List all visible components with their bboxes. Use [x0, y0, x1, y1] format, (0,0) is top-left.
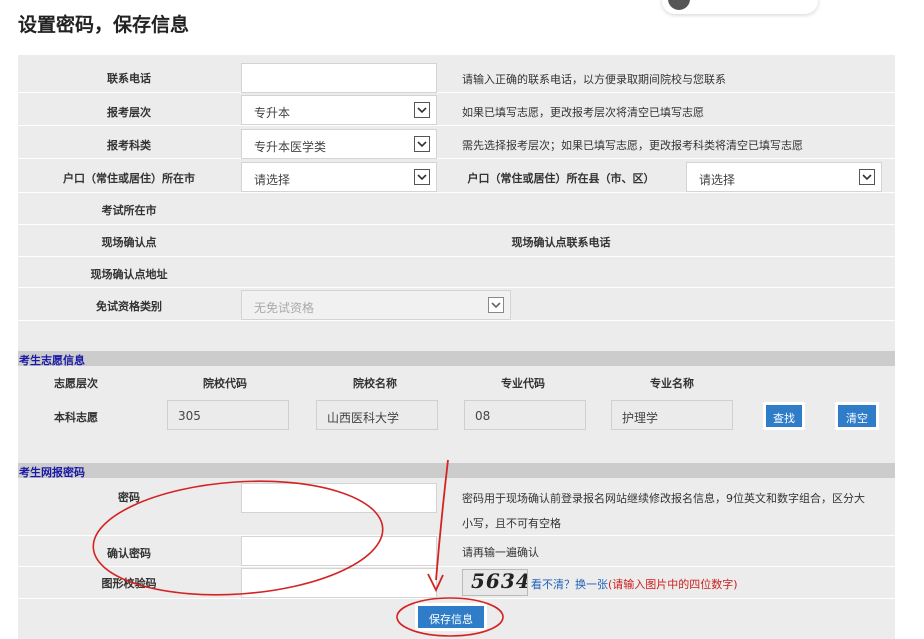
confirm-point-row: 现场确认点 现场确认点联系电话 [18, 225, 895, 257]
residence-row: 户口（常住或居住）所在市 请选择 户口（常住或居住）所在县（市、区） 请选择 [18, 159, 895, 193]
password-section-header: 考生网报密码 [18, 463, 895, 479]
county-select-value: 请选择 [699, 173, 736, 187]
level-row: 报考层次 专升本 如果已填写志愿，更改报考层次将清空已填写志愿 [18, 93, 895, 126]
confirm-password-input[interactable] [241, 536, 437, 566]
chevron-down-icon[interactable] [414, 136, 430, 152]
subject-row: 报考科类 专升本医学类 需先选择报考层次；如果已填写志愿，更改报考科类将清空已填… [18, 126, 895, 159]
level-hint: 如果已填写志愿，更改报考层次将清空已填写志愿 [462, 106, 704, 119]
chevron-down-icon[interactable] [414, 169, 430, 185]
level-select[interactable]: 专升本 [241, 95, 437, 125]
confirm-point-label: 现场确认点 [101, 236, 157, 249]
phone-hint: 请输入正确的联系电话，以方便录取期间院校与您联系 [462, 73, 726, 86]
page-title: 设置密码，保存信息 [18, 14, 190, 36]
county-label: 户口（常住或居住）所在县（市、区） [467, 172, 655, 185]
city-select-value: 请选择 [254, 173, 291, 187]
confirm-address-label: 现场确认点地址 [90, 268, 168, 281]
wish-header-major-name: 专业名称 [650, 377, 694, 390]
avatar [668, 0, 690, 10]
confirm-password-hint: 请再输一遍确认 [462, 546, 539, 559]
top-floating-pill[interactable] [662, 0, 818, 14]
level-label: 报考层次 [107, 106, 151, 119]
wish-row-label: 本科志愿 [54, 411, 98, 424]
exam-location-row: 考试所在市 [18, 193, 895, 225]
chevron-down-icon[interactable] [859, 169, 875, 185]
captcha-image[interactable]: 5634 [462, 569, 528, 596]
password-hint-line-2: 小写，且不可有空格 [462, 517, 561, 530]
chevron-down-icon[interactable] [414, 102, 430, 118]
exam-location-label: 考试所在市 [101, 204, 157, 217]
major-code-field: 08 [464, 400, 586, 430]
confirm-address-row: 现场确认点地址 [18, 257, 895, 288]
password-input[interactable] [241, 483, 437, 513]
confirm-phone-label: 现场确认点联系电话 [511, 236, 611, 249]
password-label: 密码 [118, 491, 140, 504]
phone-label: 联系电话 [107, 72, 151, 85]
phone-input[interactable] [241, 63, 437, 93]
confirm-password-row: 确认密码 请再输一遍确认 [18, 536, 895, 567]
registration-form: 联系电话 请输入正确的联系电话，以方便录取期间院校与您联系 报考层次 专升本 如… [18, 55, 895, 639]
wish-header-level: 志愿层次 [54, 377, 98, 390]
subject-select[interactable]: 专升本医学类 [241, 129, 437, 159]
school-name-field: 山西医科大学 [316, 400, 438, 430]
county-select[interactable]: 请选择 [686, 162, 882, 192]
city-label: 户口（常住或居住）所在市 [63, 172, 195, 185]
captcha-help: 看不清？换一张(请输入图片中的四位数字) [531, 576, 738, 592]
save-button[interactable]: 保存信息 [415, 603, 487, 631]
subject-select-value: 专升本医学类 [254, 140, 327, 154]
captcha-label: 图形校验码 [101, 577, 157, 590]
password-row: 密码 密码用于现场确认前登录报名网站继续修改报名信息，9位英文和数字组合，区分大… [18, 479, 895, 536]
captcha-refresh-link[interactable]: 看不清？换一张 [531, 578, 608, 591]
captcha-note: (请输入图片中的四位数字) [608, 578, 738, 591]
exempt-label: 免试资格类别 [96, 300, 162, 313]
level-select-value: 专升本 [254, 106, 291, 120]
wish-header-school-code: 院校代码 [203, 377, 247, 390]
city-select[interactable]: 请选择 [241, 162, 437, 192]
clear-button[interactable]: 清空 [835, 402, 879, 430]
confirm-password-label: 确认密码 [107, 547, 151, 560]
exempt-row: 免试资格类别 无免试资格 [18, 288, 895, 321]
subject-label: 报考科类 [107, 139, 151, 152]
school-code-field: 305 [167, 400, 289, 430]
wish-header-school-name: 院校名称 [353, 377, 397, 390]
exempt-select: 无免试资格 [241, 290, 511, 320]
password-hint-line-1: 密码用于现场确认前登录报名网站继续修改报名信息，9位英文和数字组合，区分大 [462, 492, 865, 505]
wish-header-major-code: 专业代码 [501, 377, 545, 390]
major-name-field: 护理学 [611, 400, 733, 430]
subject-hint: 需先选择报考层次；如果已填写志愿，更改报考科类将清空已填写志愿 [462, 139, 803, 152]
chevron-down-icon [488, 297, 504, 313]
exempt-select-value: 无免试资格 [254, 301, 315, 315]
phone-row: 联系电话 请输入正确的联系电话，以方便录取期间院校与您联系 [18, 55, 895, 93]
wish-section-header: 考生志愿信息 [18, 351, 895, 367]
captcha-input[interactable] [241, 568, 437, 598]
captcha-row: 图形校验码 5634 看不清？换一张(请输入图片中的四位数字) [18, 567, 895, 599]
search-button[interactable]: 查找 [763, 402, 805, 430]
